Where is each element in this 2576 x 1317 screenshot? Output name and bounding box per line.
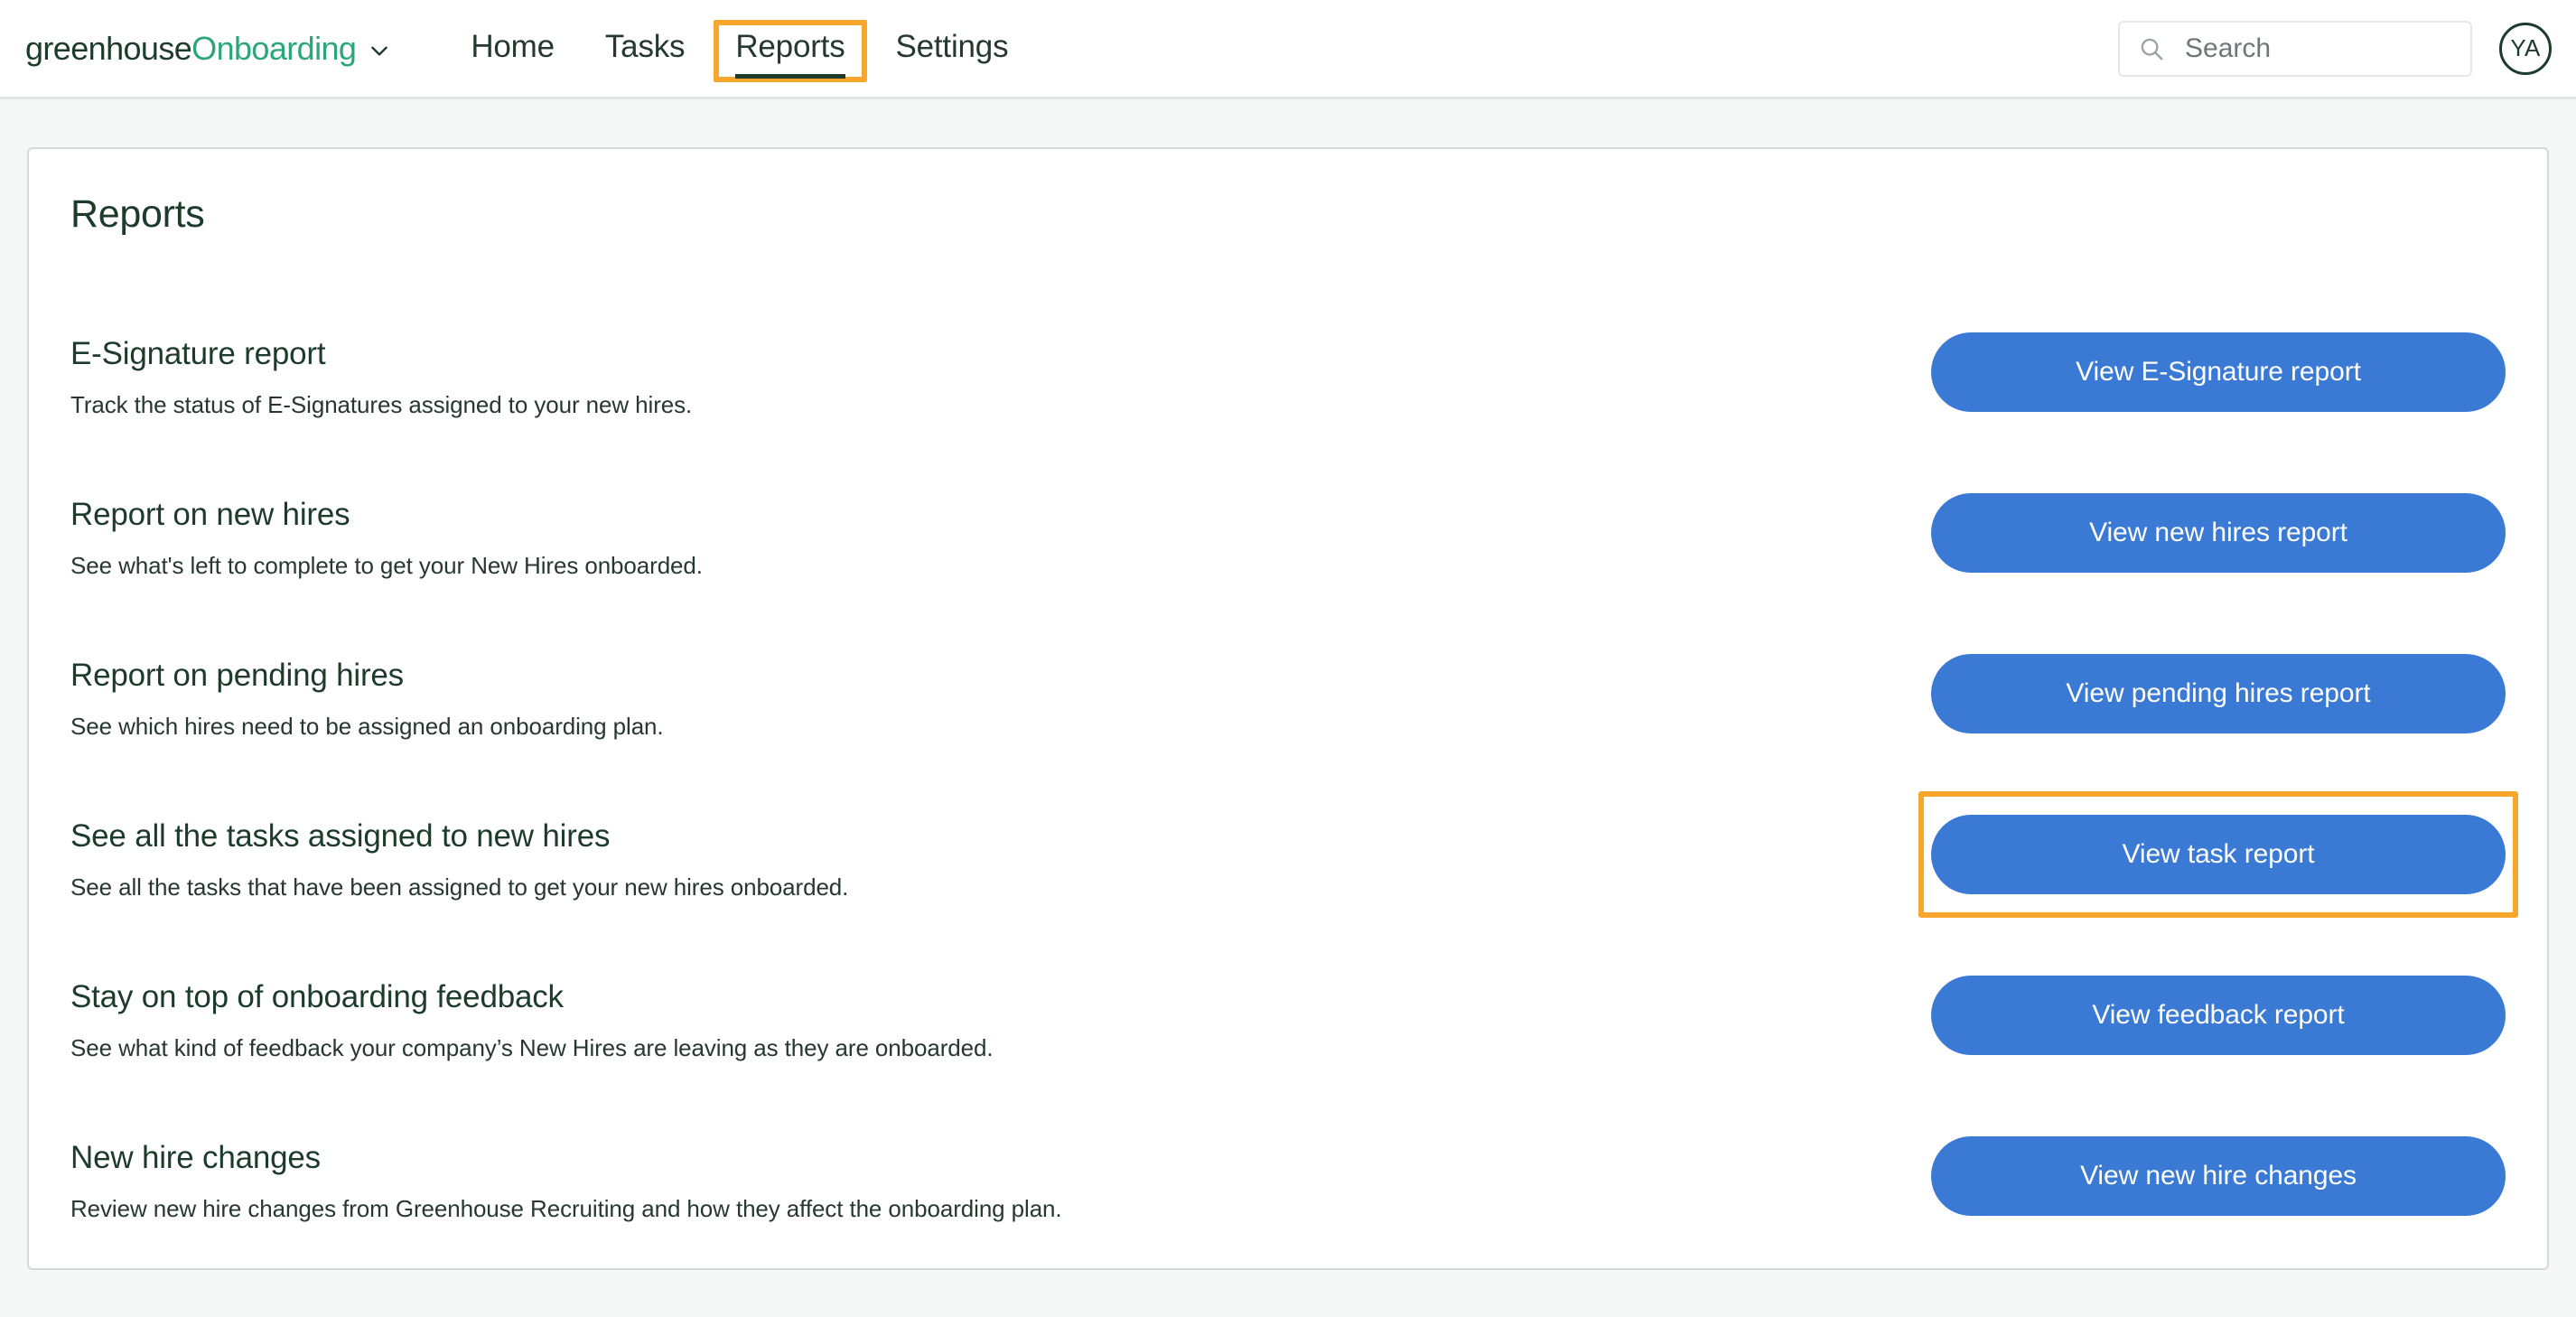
nav-item-settings[interactable]: Settings	[871, 0, 1034, 98]
report-title: Report on pending hires	[70, 658, 404, 693]
report-text: Stay on top of onboarding feedback See w…	[70, 976, 994, 1062]
report-description: Track the status of E-Signatures assigne…	[70, 391, 693, 418]
report-action-wrapper: View new hire changes	[1931, 1136, 2506, 1216]
avatar-initials: YA	[2510, 34, 2541, 61]
main-navigation: Home Tasks Reports Settings	[445, 0, 1033, 98]
report-action-wrapper: View pending hires report	[1931, 654, 2506, 733]
report-action-wrapper: View E-Signature report	[1931, 332, 2506, 412]
nav-item-label: Settings	[895, 28, 1009, 64]
report-description: See what's left to complete to get your …	[70, 552, 703, 579]
report-row: See all the tasks assigned to new hires …	[70, 791, 2518, 976]
report-row: E-Signature report Track the status of E…	[70, 332, 2506, 493]
search-box[interactable]	[2118, 20, 2472, 77]
report-title: Stay on top of onboarding feedback	[70, 979, 564, 1014]
nav-item-label: Reports	[735, 29, 845, 79]
report-action-wrapper: View feedback report	[1931, 976, 2506, 1055]
view-new-hires-report-button[interactable]: View new hires report	[1931, 493, 2506, 573]
report-title: E-Signature report	[70, 336, 326, 371]
page-title: Reports	[70, 192, 205, 236]
view-pending-hires-report-button[interactable]: View pending hires report	[1931, 654, 2506, 733]
nav-item-reports[interactable]: Reports	[710, 0, 870, 98]
header-right-controls: YA	[2118, 20, 2576, 77]
reports-list: E-Signature report Track the status of E…	[70, 332, 2518, 1297]
brand-logo[interactable]: greenhouseOnboarding	[25, 30, 391, 68]
report-title: New hire changes	[70, 1140, 321, 1175]
report-description: See which hires need to be assigned an o…	[70, 713, 664, 740]
nav-item-label: Tasks	[604, 28, 686, 64]
report-text: See all the tasks assigned to new hires …	[70, 815, 848, 901]
brand-product-name: Onboarding	[191, 29, 357, 67]
report-row: Report on pending hires See which hires …	[70, 654, 2506, 815]
avatar[interactable]: YA	[2499, 22, 2552, 75]
search-input[interactable]	[2185, 33, 2452, 64]
nav-item-tasks[interactable]: Tasks	[580, 0, 710, 98]
report-text: Report on new hires See what's left to c…	[70, 493, 703, 580]
report-row: New hire changes Review new hire changes…	[70, 1136, 2506, 1297]
view-new-hire-changes-button[interactable]: View new hire changes	[1931, 1136, 2506, 1216]
report-text: Report on pending hires See which hires …	[70, 654, 664, 741]
report-text: E-Signature report Track the status of E…	[70, 332, 692, 419]
view-esignature-report-button[interactable]: View E-Signature report	[1931, 332, 2506, 412]
chevron-down-icon[interactable]	[368, 39, 391, 62]
report-row: Report on new hires See what's left to c…	[70, 493, 2506, 654]
view-feedback-report-button[interactable]: View feedback report	[1931, 976, 2506, 1055]
search-icon	[2138, 35, 2165, 62]
nav-item-home[interactable]: Home	[445, 0, 580, 98]
report-row: Stay on top of onboarding feedback See w…	[70, 976, 2506, 1136]
view-task-report-button[interactable]: View task report	[1931, 815, 2506, 894]
report-title: Report on new hires	[70, 497, 350, 532]
report-description: See all the tasks that have been assigne…	[70, 873, 849, 901]
nav-item-label: Home	[471, 28, 555, 64]
page-body: Reports E-Signature report Track the sta…	[0, 99, 2576, 1270]
brand-company-name: greenhouse	[25, 29, 192, 67]
report-action-wrapper-highlighted: View task report	[1918, 791, 2518, 918]
app-header: greenhouseOnboarding Home Tasks Reports …	[0, 0, 2576, 99]
report-title: See all the tasks assigned to new hires	[70, 818, 611, 854]
report-action-wrapper: View new hires report	[1931, 493, 2506, 573]
reports-card: Reports E-Signature report Track the sta…	[27, 147, 2549, 1270]
report-description: Review new hire changes from Greenhouse …	[70, 1195, 1062, 1222]
report-description: See what kind of feedback your company’s…	[70, 1034, 994, 1061]
report-text: New hire changes Review new hire changes…	[70, 1136, 1062, 1223]
